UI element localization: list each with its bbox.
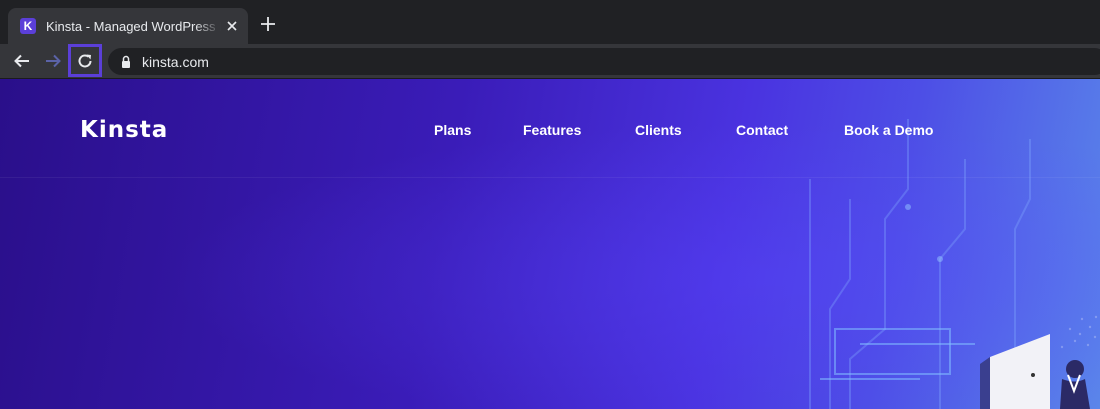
forward-button[interactable]: [38, 46, 68, 76]
nav-link-features[interactable]: Features: [523, 122, 581, 138]
arrow-right-icon: [46, 54, 61, 68]
nav-link-book-demo[interactable]: Book a Demo: [844, 122, 933, 138]
nav-link-clients[interactable]: Clients: [635, 122, 682, 138]
reload-icon: [78, 53, 92, 67]
back-button[interactable]: [7, 46, 37, 76]
kinsta-logo[interactable]: Kinsta: [80, 117, 168, 143]
browser-toolbar: kinsta.com: [0, 44, 1100, 79]
nav-link-contact[interactable]: Contact: [736, 122, 788, 138]
url-text: kinsta.com: [142, 53, 209, 70]
reload-button[interactable]: [68, 44, 102, 77]
tab-strip: K Kinsta - Managed WordPress Hosting: [0, 0, 1100, 44]
arrow-left-icon: [14, 54, 29, 68]
address-bar[interactable]: kinsta.com: [108, 48, 1100, 75]
close-icon[interactable]: [224, 18, 240, 34]
new-tab-plus-icon[interactable]: [258, 14, 278, 34]
lock-icon: [122, 55, 130, 68]
tab-title: Kinsta - Managed WordPress Hosting: [46, 18, 221, 34]
kinsta-favicon-icon: K: [20, 18, 36, 34]
server-illustration: [809, 119, 1098, 409]
browser-tab[interactable]: K Kinsta - Managed WordPress Hosting: [8, 8, 248, 44]
kinsta-hero: Kinsta Plans Features Clients Contact Bo…: [0, 79, 1100, 409]
nav-link-plans[interactable]: Plans: [434, 122, 471, 138]
